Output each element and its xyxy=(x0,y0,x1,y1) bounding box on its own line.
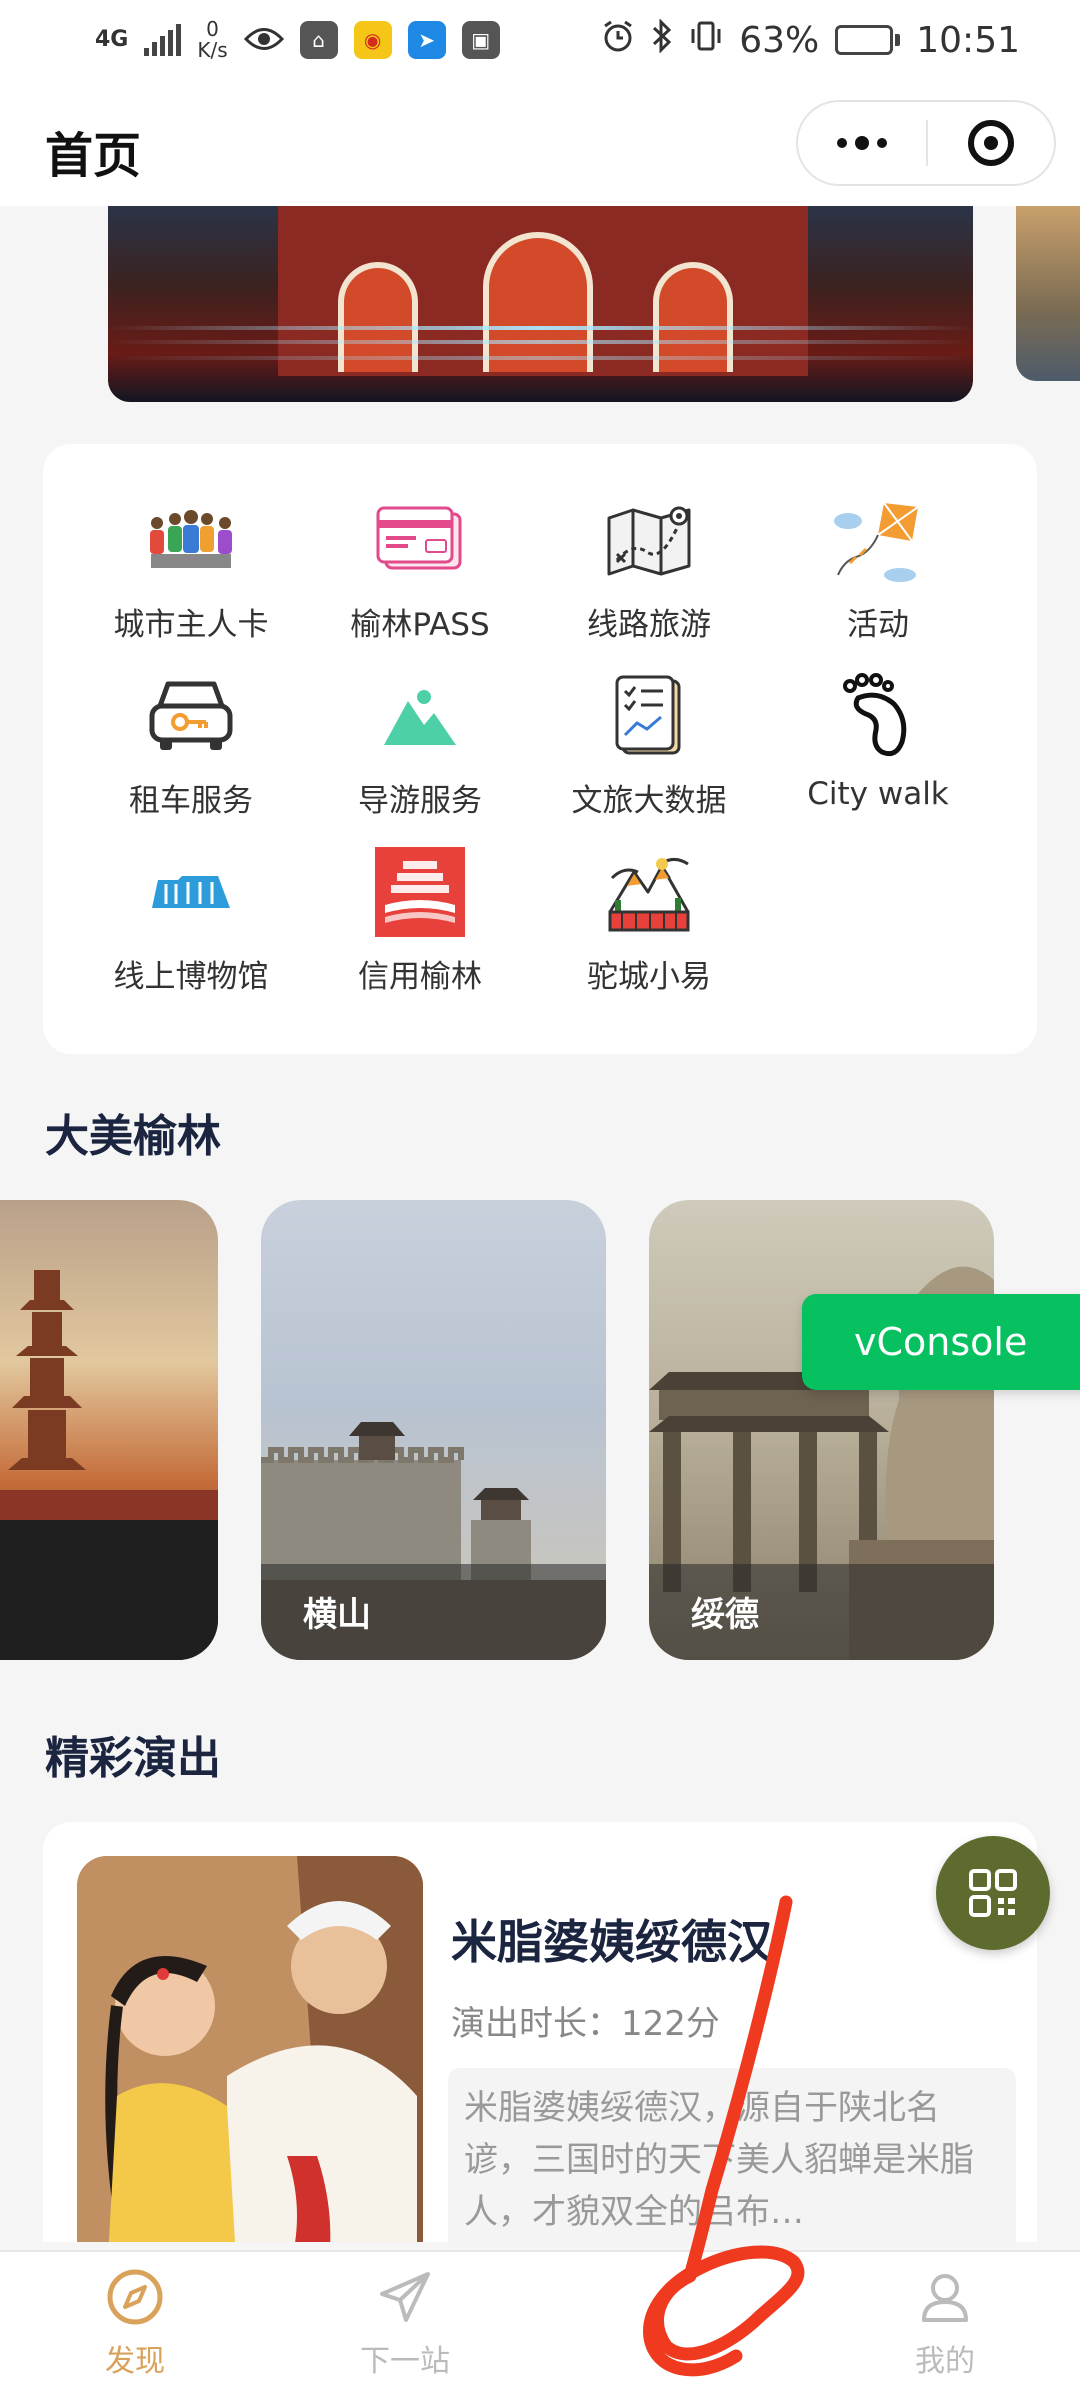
people-group-icon xyxy=(141,494,241,585)
service-label: 租车服务 xyxy=(129,783,253,819)
network-type: 4G xyxy=(95,27,129,52)
services-grid: 城市主人卡 榆林PASS 线路旅游 活动 租车服务 导游服务 文旅大数据 Cit… xyxy=(43,444,1037,1054)
section-title-scenic: 大美榆林 xyxy=(45,1111,221,1162)
tab-next-stop[interactable]: 下一站 xyxy=(270,2252,540,2400)
tab-discover[interactable]: 发现 xyxy=(0,2252,270,2400)
scenic-card[interactable] xyxy=(0,1200,218,1660)
service-online-museum[interactable]: 线上博物馆 xyxy=(76,846,306,996)
service-route-tour[interactable]: 线路旅游 xyxy=(534,494,764,644)
service-yulin-pass[interactable]: 榆林PASS xyxy=(305,494,535,644)
net-speed: 0 K/s xyxy=(197,19,227,61)
service-city-walk[interactable]: City walk xyxy=(763,670,993,820)
vibrate-icon xyxy=(689,19,723,62)
target-icon xyxy=(967,120,1014,166)
mountain-icon xyxy=(370,670,470,761)
net-speed-value: 0 xyxy=(206,17,219,41)
service-car-rental[interactable]: 租车服务 xyxy=(76,670,306,820)
net-speed-unit: K/s xyxy=(197,38,228,62)
close-miniprogram-button[interactable] xyxy=(928,102,1054,184)
scenic-card-suide[interactable]: 绥德 xyxy=(649,1200,994,1660)
section-title-shows: 精彩演出 xyxy=(45,1733,221,1784)
page-title: 首页 xyxy=(45,128,142,184)
data-report-icon xyxy=(599,670,699,761)
banner-carousel[interactable] xyxy=(0,206,1080,406)
show-title: 米脂婆姨绥德汉 xyxy=(451,1915,773,1969)
service-label: 信用榆林 xyxy=(358,959,482,995)
nav-bar: 首页 xyxy=(0,80,1080,206)
tab-mine[interactable]: 我的 xyxy=(810,2252,1080,2400)
service-tuocheng-xiaoyi[interactable]: 驼城小易 xyxy=(534,846,764,996)
car-key-icon xyxy=(141,670,241,761)
service-label: 线路旅游 xyxy=(587,607,711,643)
scenic-carousel[interactable]: 横山 绥德 xyxy=(0,1200,1080,1662)
service-label: 驼城小易 xyxy=(587,959,711,995)
show-image xyxy=(77,1856,423,2242)
qr-code-button[interactable] xyxy=(936,1836,1050,1950)
paper-plane-icon xyxy=(380,2272,430,2322)
show-card[interactable]: 米脂婆姨绥德汉 演出时长：122分 米脂婆姨绥德汉，源自于陕北名谚，三国时的天下… xyxy=(43,1822,1037,2242)
clock: 10:51 xyxy=(916,19,1020,61)
qr-code-icon xyxy=(969,1869,1017,1917)
send-app-icon: ➤ xyxy=(407,21,446,59)
tab-label: 下一站 xyxy=(360,2344,450,2379)
service-activities[interactable]: 活动 xyxy=(763,494,993,644)
pagoda-illustration xyxy=(0,1270,218,1660)
status-left: 4G 0 K/s ⌂ ◉ ➤ ▣ xyxy=(95,19,500,61)
weibo-icon: ◉ xyxy=(353,21,392,59)
pass-card-icon xyxy=(370,494,470,585)
kite-icon xyxy=(828,494,928,585)
landscape-icon xyxy=(599,846,699,937)
service-city-owner-card[interactable]: 城市主人卡 xyxy=(76,494,306,644)
status-right: 63% 10:51 xyxy=(601,17,1020,62)
alarm-icon xyxy=(601,19,635,62)
service-label: 文旅大数据 xyxy=(571,783,727,819)
museum-icon xyxy=(141,846,241,937)
bluetooth-icon xyxy=(651,17,673,62)
service-label: 城市主人卡 xyxy=(113,607,269,643)
huawei-app-icon: ⌂ xyxy=(299,21,338,59)
service-label: 活动 xyxy=(847,607,909,643)
route-map-icon xyxy=(599,494,699,585)
service-credit-yulin[interactable]: 信用榆林 xyxy=(305,846,535,996)
more-button[interactable] xyxy=(798,102,926,184)
credit-icon xyxy=(370,846,470,937)
tab-label: 我的 xyxy=(915,2344,975,2379)
user-icon xyxy=(922,2274,968,2322)
eye-icon xyxy=(243,20,284,61)
show-duration: 演出时长：122分 xyxy=(451,2004,720,2044)
service-tourism-data[interactable]: 文旅大数据 xyxy=(534,670,764,820)
status-bar: 4G 0 K/s ⌂ ◉ ➤ ▣ 63% 10:51 xyxy=(0,0,1080,80)
service-label: City walk xyxy=(807,776,949,812)
banner-next-image[interactable] xyxy=(1016,206,1080,381)
signal-icon xyxy=(144,24,182,56)
service-label: 导游服务 xyxy=(358,783,482,819)
service-label: 线上博物馆 xyxy=(113,959,269,995)
tab-label: 发现 xyxy=(105,2344,165,2379)
tab-bar: 发现 下一站 我的 xyxy=(0,2250,1080,2400)
vconsole-button[interactable]: vConsole xyxy=(802,1294,1080,1390)
mini-program-capsule xyxy=(796,100,1056,186)
footprint-icon xyxy=(828,670,928,762)
service-label: 榆林PASS xyxy=(350,607,490,643)
scenic-name: 绥德 xyxy=(691,1595,759,1635)
compass-icon xyxy=(107,2269,163,2325)
battery-icon xyxy=(835,25,901,55)
service-guide[interactable]: 导游服务 xyxy=(305,670,535,820)
gallery-app-icon: ▣ xyxy=(461,21,500,59)
performers-illustration xyxy=(77,1856,423,2242)
show-description: 米脂婆姨绥德汉，源自于陕北名谚，三国时的天下美人貂蝉是米脂人，才貌双全的吕布… xyxy=(448,2068,1016,2242)
tab-center[interactable] xyxy=(540,2252,810,2400)
scenic-card-hengshan[interactable]: 横山 xyxy=(261,1200,606,1660)
scenic-name: 横山 xyxy=(303,1595,371,1635)
banner-image[interactable] xyxy=(108,206,973,402)
battery-percent: 63% xyxy=(739,19,820,61)
